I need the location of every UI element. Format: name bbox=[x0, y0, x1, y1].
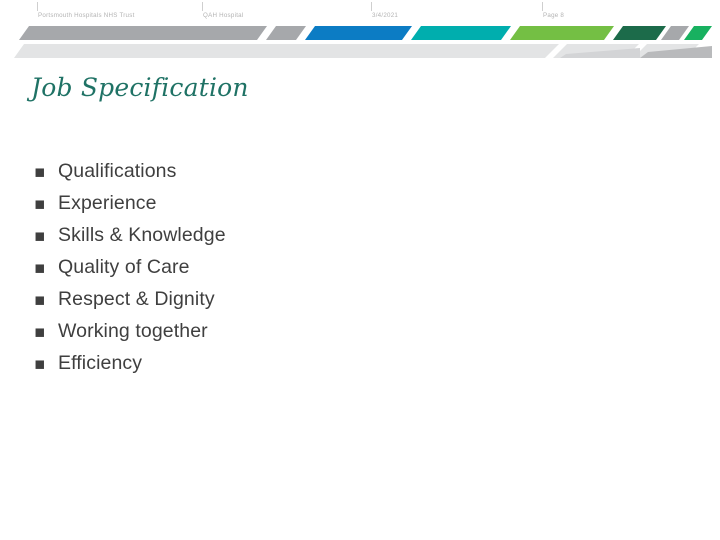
square-bullet-icon: ▪ bbox=[34, 258, 46, 278]
square-bullet-icon: ▪ bbox=[34, 290, 46, 310]
list-item-label: Skills & Knowledge bbox=[58, 224, 226, 246]
slide-header: Portsmouth Hospitals NHS Trust QAH Hospi… bbox=[0, 0, 720, 60]
bullet-list: ▪ Qualifications ▪ Experience ▪ Skills &… bbox=[30, 155, 650, 379]
bar-segment-blue bbox=[305, 26, 412, 40]
bar-segment-green-bright bbox=[684, 26, 712, 40]
square-bullet-icon: ▪ bbox=[34, 354, 46, 374]
header-page-number: Page 8 bbox=[543, 12, 565, 19]
square-bullet-icon: ▪ bbox=[34, 226, 46, 246]
header-site-name: QAH Hospital bbox=[203, 12, 244, 19]
list-item: ▪ Experience bbox=[30, 187, 650, 219]
list-item-label: Efficiency bbox=[58, 352, 143, 374]
bar-segment-green-dark bbox=[613, 26, 666, 40]
list-item-label: Qualifications bbox=[58, 160, 177, 182]
header-date: 3/4/2021 bbox=[372, 12, 399, 19]
list-item-label: Respect & Dignity bbox=[58, 288, 215, 310]
bar-segment-gray-small bbox=[266, 26, 306, 40]
list-item: ▪ Skills & Knowledge bbox=[30, 219, 650, 251]
list-item-label: Working together bbox=[58, 320, 208, 342]
bar-segment-green bbox=[510, 26, 614, 40]
page-title: Job Specification bbox=[31, 73, 249, 102]
header-fields: Portsmouth Hospitals NHS Trust QAH Hospi… bbox=[0, 0, 720, 26]
square-bullet-icon: ▪ bbox=[34, 194, 46, 214]
list-item: ▪ Qualifications bbox=[30, 155, 650, 187]
square-bullet-icon: ▪ bbox=[34, 162, 46, 182]
list-item-label: Quality of Care bbox=[58, 256, 190, 278]
header-trust-name: Portsmouth Hospitals NHS Trust bbox=[38, 12, 135, 19]
list-item: ▪ Efficiency bbox=[30, 347, 650, 379]
bar-segment-gray-tip bbox=[661, 26, 689, 40]
slide-canvas: Portsmouth Hospitals NHS Trust QAH Hospi… bbox=[0, 0, 720, 540]
decorative-chevron-bar bbox=[0, 24, 720, 60]
list-item: ▪ Working together bbox=[30, 315, 650, 347]
list-item-label: Experience bbox=[58, 192, 157, 214]
list-item: ▪ Quality of Care bbox=[30, 251, 650, 283]
list-item: ▪ Respect & Dignity bbox=[30, 283, 650, 315]
chevron-bar-graphic bbox=[14, 26, 712, 59]
bar-segment-teal bbox=[411, 26, 511, 40]
header-tick-icon bbox=[371, 2, 372, 11]
header-tick-icon bbox=[542, 2, 543, 11]
header-tick-icon bbox=[37, 2, 38, 11]
square-bullet-icon: ▪ bbox=[34, 322, 46, 342]
bar-segment-gray-long bbox=[19, 26, 267, 40]
header-tick-icon bbox=[202, 2, 203, 11]
